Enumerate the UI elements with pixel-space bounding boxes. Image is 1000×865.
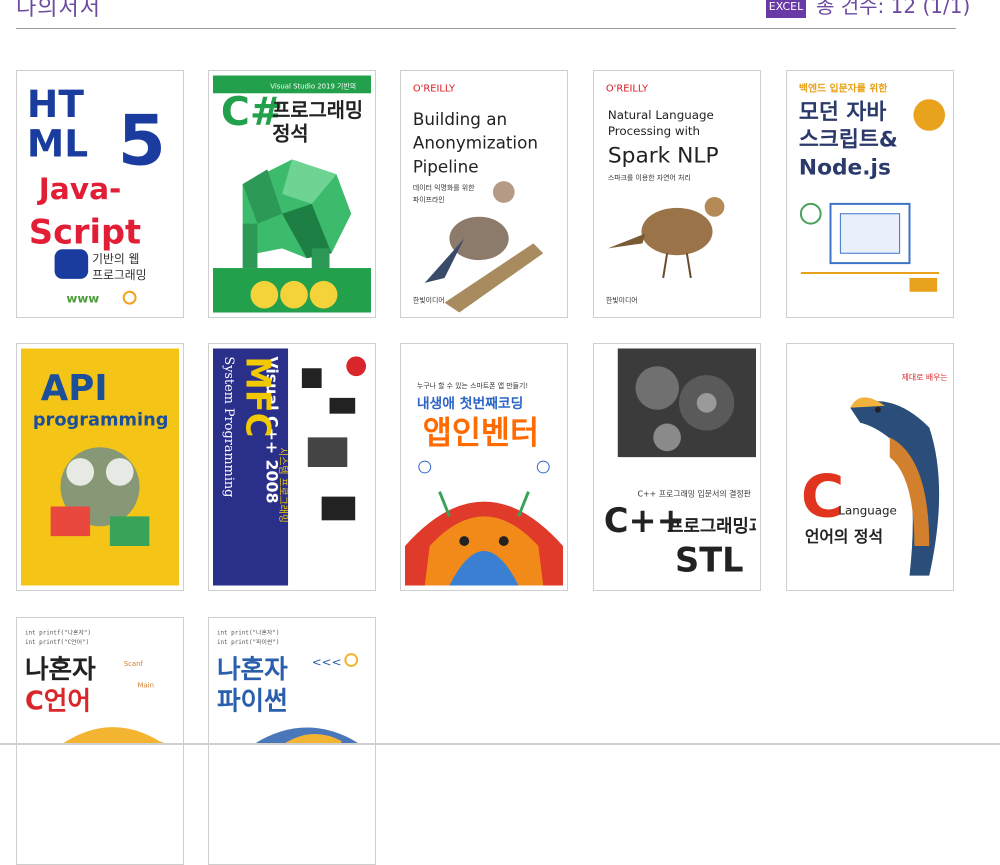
cover-title: 나혼자 [217, 655, 288, 685]
svg-text:www: www [66, 292, 99, 306]
book-card-api[interactable]: API programming [16, 343, 184, 591]
book-card-c-language[interactable]: 제대로 배우는 C언어 C Language 언어의 정석 [786, 343, 954, 591]
cover-title: programming [33, 411, 169, 431]
book-card-html5[interactable]: HT ML 5 Java- Script 기반의 웹 프로그래밍 www [16, 70, 184, 318]
cover-subtitle: 프로그래밍 [92, 268, 146, 282]
book-cover: API programming [21, 348, 179, 586]
cover-subtitle: 파이프라인 [413, 195, 445, 204]
svg-text:<<<: <<< [312, 655, 342, 669]
cover-subtitle: C++ 프로그래밍 입문서의 결정판 [638, 489, 751, 499]
svg-text:Main: Main [138, 682, 155, 690]
book-cover: Visual C++ 2008 MFC System Programming 시… [213, 348, 371, 586]
cover-title: Pipeline [413, 156, 479, 176]
cover-title: MFC [239, 356, 278, 437]
cover-title: 나혼자 [25, 655, 96, 685]
page-title: 다의서서 [16, 0, 101, 21]
cover-title: Building an [413, 109, 507, 129]
cover-publisher: O'REILLY [413, 83, 456, 94]
cover-title: 프로그래밍과 [667, 516, 756, 537]
book-cover: HT ML 5 Java- Script 기반의 웹 프로그래밍 www [21, 75, 179, 313]
cover-title: 스크립트& [799, 128, 898, 153]
cover-subtitle: 시스템 프로그래밍 [277, 447, 289, 523]
book-card-honja-c[interactable]: int printf("나혼자") int printf("C언어") 나혼자 … [16, 617, 184, 865]
cover-title: 앱인벤터 [423, 415, 539, 451]
cover-series: 제대로 배우는 C언어 [902, 372, 949, 382]
cover-title: 정석 [272, 123, 308, 146]
cover-subtitle: 스파크를 이용한 자연어 처리 [608, 173, 691, 182]
cover-title: 파이썬 [217, 686, 288, 716]
book-card-cpp-stl[interactable]: C++ 프로그래밍 입문서의 결정판 C++ 프로그래밍과 STL [593, 343, 761, 591]
svg-text:Scanf: Scanf [124, 660, 144, 668]
cover-subtitle: System Programming [221, 356, 236, 497]
cover-title: 5 [118, 101, 166, 181]
cover-title: Spark NLP [608, 143, 719, 168]
cover-subtitle: 기반의 웹 [92, 252, 139, 266]
cover-title: 언어의 정석 [805, 527, 883, 546]
cover-title: ML [27, 121, 88, 165]
cover-title: 내생애 첫번째코딩 [417, 395, 523, 412]
cover-title: HT [27, 82, 84, 126]
cover-title: Node.js [799, 155, 891, 180]
cover-title: Language [838, 503, 896, 517]
cover-title: C [801, 461, 844, 530]
book-card-honja-python[interactable]: int print("나혼자") int print("파이썬") 나혼자 파이… [208, 617, 376, 865]
cover-title: Natural Language [608, 108, 714, 122]
book-card-app-inventor[interactable]: 누구나 할 수 있는 스마트폰 앱 만들기! 내생애 첫번째코딩 앱인벤터 [400, 343, 568, 591]
book-cover: O'REILLY Natural Language Processing wit… [598, 75, 756, 313]
cover-title: Anonymization [413, 133, 538, 153]
cover-publisher: O'REILLY [606, 83, 649, 94]
excel-export-button[interactable]: EXCEL [766, 0, 806, 18]
book-cover: int print("나혼자") int print("파이썬") 나혼자 파이… [213, 622, 371, 860]
cover-series: Visual Studio 2019 기반의 [270, 81, 356, 90]
cover-title: Script [29, 212, 141, 251]
book-cover: 제대로 배우는 C언어 C Language 언어의 정석 [791, 348, 949, 586]
book-card-spark-nlp[interactable]: O'REILLY Natural Language Processing wit… [593, 70, 761, 318]
svg-text:int print("나혼자"): int print("나혼자") [217, 628, 280, 636]
header-divider [16, 28, 956, 29]
cover-title: Java- [37, 172, 122, 206]
book-card-modern-js[interactable]: 백엔드 입문자를 위한 모던 자바 스크립트& Node.js [786, 70, 954, 318]
result-count: 총 건수: 12 (1/1) [816, 0, 971, 18]
cover-title: Processing with [608, 124, 700, 138]
book-card-anonymization[interactable]: O'REILLY Building an Anonymization Pipel… [400, 70, 568, 318]
book-cover: O'REILLY Building an Anonymization Pipel… [405, 75, 563, 313]
svg-text:한빛미디어: 한빛미디어 [606, 296, 638, 305]
cover-title: API [41, 368, 108, 409]
svg-text:int printf("나혼자"): int printf("나혼자") [25, 628, 91, 636]
cover-title: 프로그래밍 [272, 99, 363, 122]
cover-title: C언어 [25, 686, 91, 716]
page-header: 다의서서 EXCEL 총 건수: 12 (1/1) [0, 0, 1000, 30]
cover-series: 누구나 할 수 있는 스마트폰 앱 만들기! [417, 381, 528, 390]
cover-title: STL [675, 541, 743, 580]
book-card-csharp[interactable]: Visual Studio 2019 기반의 C# 프로그래밍 정석 [208, 70, 376, 318]
book-cover: Visual Studio 2019 기반의 C# 프로그래밍 정석 [213, 75, 371, 313]
book-card-mfc[interactable]: Visual C++ 2008 MFC System Programming 시… [208, 343, 376, 591]
cover-series: 백엔드 입문자를 위한 [799, 81, 888, 94]
svg-text:int printf("C언어"): int printf("C언어") [25, 638, 89, 646]
svg-text:int print("파이썬"): int print("파이썬") [217, 638, 280, 646]
book-cover: 누구나 할 수 있는 스마트폰 앱 만들기! 내생애 첫번째코딩 앱인벤터 [405, 348, 563, 586]
cover-title: 모던 자바 [799, 100, 887, 125]
book-cover: C++ 프로그래밍 입문서의 결정판 C++ 프로그래밍과 STL [598, 348, 756, 586]
cover-subtitle: 데이터 익명화를 위한 [413, 183, 475, 192]
book-cover: 백엔드 입문자를 위한 모던 자바 스크립트& Node.js [791, 75, 949, 313]
book-cover: int printf("나혼자") int printf("C언어") 나혼자 … [21, 622, 179, 860]
svg-text:한빛미디어: 한빛미디어 [413, 296, 445, 305]
